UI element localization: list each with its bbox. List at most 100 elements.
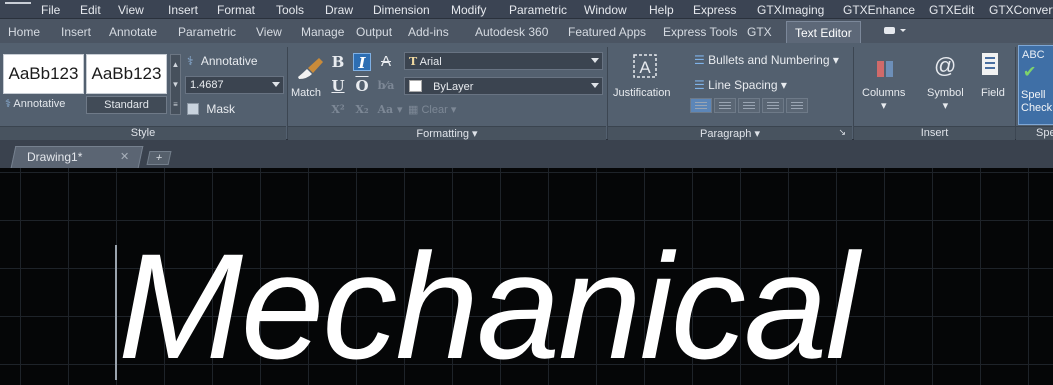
tab-autodesk-360[interactable]: Autodesk 360: [475, 25, 548, 39]
tab-express-tools[interactable]: Express Tools: [663, 25, 737, 39]
justification-icon[interactable]: A: [632, 53, 658, 79]
overline-button[interactable]: O: [353, 77, 371, 95]
drawing-tab-label[interactable]: Drawing1*: [27, 150, 82, 164]
tab-parametric[interactable]: Parametric: [178, 25, 236, 39]
menu-parametric[interactable]: Parametric: [509, 3, 567, 17]
scroll-up-icon[interactable]: ▲: [171, 55, 180, 75]
clear-button[interactable]: ▦ Clear ▾: [408, 103, 456, 116]
strikethrough-button[interactable]: A: [377, 53, 395, 71]
menu-gtxenhance[interactable]: GTXEnhance: [843, 3, 915, 17]
columns-button[interactable]: Columns ▾: [862, 87, 905, 112]
align-left-button[interactable]: [690, 98, 712, 113]
tab-gtx[interactable]: GTX: [747, 25, 772, 39]
bold-button[interactable]: B: [329, 53, 347, 71]
menu-dimension[interactable]: Dimension: [373, 3, 430, 17]
field-icon[interactable]: [980, 51, 1002, 79]
menu-help[interactable]: Help: [649, 3, 674, 17]
tab-manage[interactable]: Manage: [301, 25, 344, 39]
text-height-dropdown-icon[interactable]: [272, 82, 280, 87]
match-properties-brush-icon[interactable]: [295, 55, 325, 83]
symbol-label: Symbol: [927, 87, 964, 99]
bullets-label: Bullets and Numbering: [708, 53, 830, 67]
color-name: ByLayer: [433, 81, 474, 93]
change-case-label: Aa: [377, 103, 394, 116]
menu-tools[interactable]: Tools: [276, 3, 304, 17]
clear-eraser-icon: ▦: [408, 104, 419, 116]
symbol-button[interactable]: Symbol ▾: [927, 87, 964, 112]
style-gallery-scroll[interactable]: ▲ ▼ ≡: [170, 54, 181, 115]
formatting-panel-title[interactable]: Formatting ▾: [288, 126, 606, 140]
tab-view[interactable]: View: [256, 25, 282, 39]
paragraph-dialog-launcher-icon[interactable]: ↘: [838, 127, 846, 138]
paragraph-panel-title[interactable]: Paragraph ▾ ↘: [608, 126, 852, 140]
tab-home[interactable]: Home: [8, 25, 40, 39]
menu-gtximaging[interactable]: GTXImaging: [757, 3, 824, 17]
justification-label[interactable]: Justification: [613, 87, 670, 99]
gallery-expand-icon[interactable]: ≡: [171, 95, 180, 115]
spell-check-button[interactable]: ABC ✔ Spell Check: [1018, 45, 1053, 125]
menu-format[interactable]: Format: [217, 3, 255, 17]
style-swatch-annotative[interactable]: AaBb123: [3, 54, 84, 94]
symbol-icon[interactable]: @: [934, 53, 956, 79]
italic-button[interactable]: I: [353, 53, 371, 72]
line-spacing-button[interactable]: ☰ Line Spacing ▾: [694, 78, 787, 92]
superscript-icon[interactable]: X²: [329, 101, 347, 119]
scroll-down-icon[interactable]: ▼: [171, 75, 180, 95]
swatch-annotative-label: ⚕ Annotative: [5, 97, 65, 110]
tab-featured-apps[interactable]: Featured Apps: [568, 25, 646, 39]
bullets-numbering-button[interactable]: ☰ Bullets and Numbering ▾: [694, 53, 839, 67]
font-selector[interactable]: T Arial: [404, 52, 603, 70]
color-swatch-icon: [409, 80, 422, 92]
stack-icon[interactable]: b⁄a: [377, 77, 395, 95]
field-button[interactable]: Field: [981, 87, 1005, 99]
ribbon: AaBb123 AaBb123 ⚕ Annotative Standard ▲ …: [0, 43, 1053, 140]
match-label[interactable]: Match: [291, 87, 321, 99]
change-case-button[interactable]: Aa ▾: [377, 101, 403, 119]
align-right-button[interactable]: [738, 98, 760, 113]
tab-insert[interactable]: Insert: [61, 25, 91, 39]
close-tab-icon[interactable]: ✕: [120, 150, 129, 163]
text-height-field[interactable]: 1.4687: [185, 76, 284, 94]
mtext-content[interactable]: Mechanical: [118, 226, 859, 385]
annotative-toggle[interactable]: ⚕ Annotative: [187, 54, 258, 68]
swatch-standard-label[interactable]: Standard: [86, 96, 167, 114]
font-dropdown-icon[interactable]: [591, 58, 599, 63]
align-center-button[interactable]: [714, 98, 736, 113]
menu-insert[interactable]: Insert: [168, 3, 198, 17]
menu-modify[interactable]: Modify: [451, 3, 486, 17]
tab-text-editor[interactable]: Text Editor: [786, 21, 861, 43]
text-height-value: 1.4687: [190, 79, 224, 91]
menu-gtxconvert[interactable]: GTXConvert: [989, 3, 1053, 17]
check-mark-icon: ✔: [1023, 64, 1037, 81]
distribute-button[interactable]: [786, 98, 808, 113]
new-drawing-tab-icon[interactable]: +: [146, 151, 172, 165]
spell-check-abc-text: ABC: [1022, 49, 1045, 61]
spell-check-panel-title: Spe: [1016, 126, 1053, 140]
menu-draw[interactable]: Draw: [325, 3, 353, 17]
align-center-icon: [719, 102, 731, 103]
spell-label-line2: Check: [1021, 102, 1053, 114]
style-swatch-standard[interactable]: AaBb123: [86, 54, 167, 94]
tab-add-ins[interactable]: Add-ins: [408, 25, 449, 39]
menu-window[interactable]: Window: [584, 3, 627, 17]
line-spacing-label: Line Spacing: [708, 78, 778, 92]
menu-view[interactable]: View: [118, 3, 144, 17]
color-dropdown-icon[interactable]: [591, 83, 599, 88]
justify-icon: [767, 102, 779, 103]
columns-icon[interactable]: [875, 59, 895, 79]
color-selector[interactable]: ByLayer: [404, 77, 603, 95]
justify-button[interactable]: [762, 98, 784, 113]
spell-check-label: Spell Check: [1021, 89, 1052, 115]
mask-button[interactable]: Mask: [187, 102, 235, 116]
underline-button[interactable]: U: [329, 77, 347, 95]
application-menu-icon[interactable]: [5, 2, 31, 8]
tab-output[interactable]: Output: [356, 25, 392, 39]
menu-edit[interactable]: Edit: [80, 3, 101, 17]
style-panel-title: Style: [0, 126, 286, 140]
subscript-icon[interactable]: X₂: [353, 101, 371, 119]
ribbon-display-options-icon[interactable]: [882, 24, 908, 37]
menu-express[interactable]: Express: [693, 3, 736, 17]
menu-gtxedit[interactable]: GTXEdit: [929, 3, 974, 17]
menu-file[interactable]: File: [41, 3, 60, 17]
tab-annotate[interactable]: Annotate: [109, 25, 157, 39]
